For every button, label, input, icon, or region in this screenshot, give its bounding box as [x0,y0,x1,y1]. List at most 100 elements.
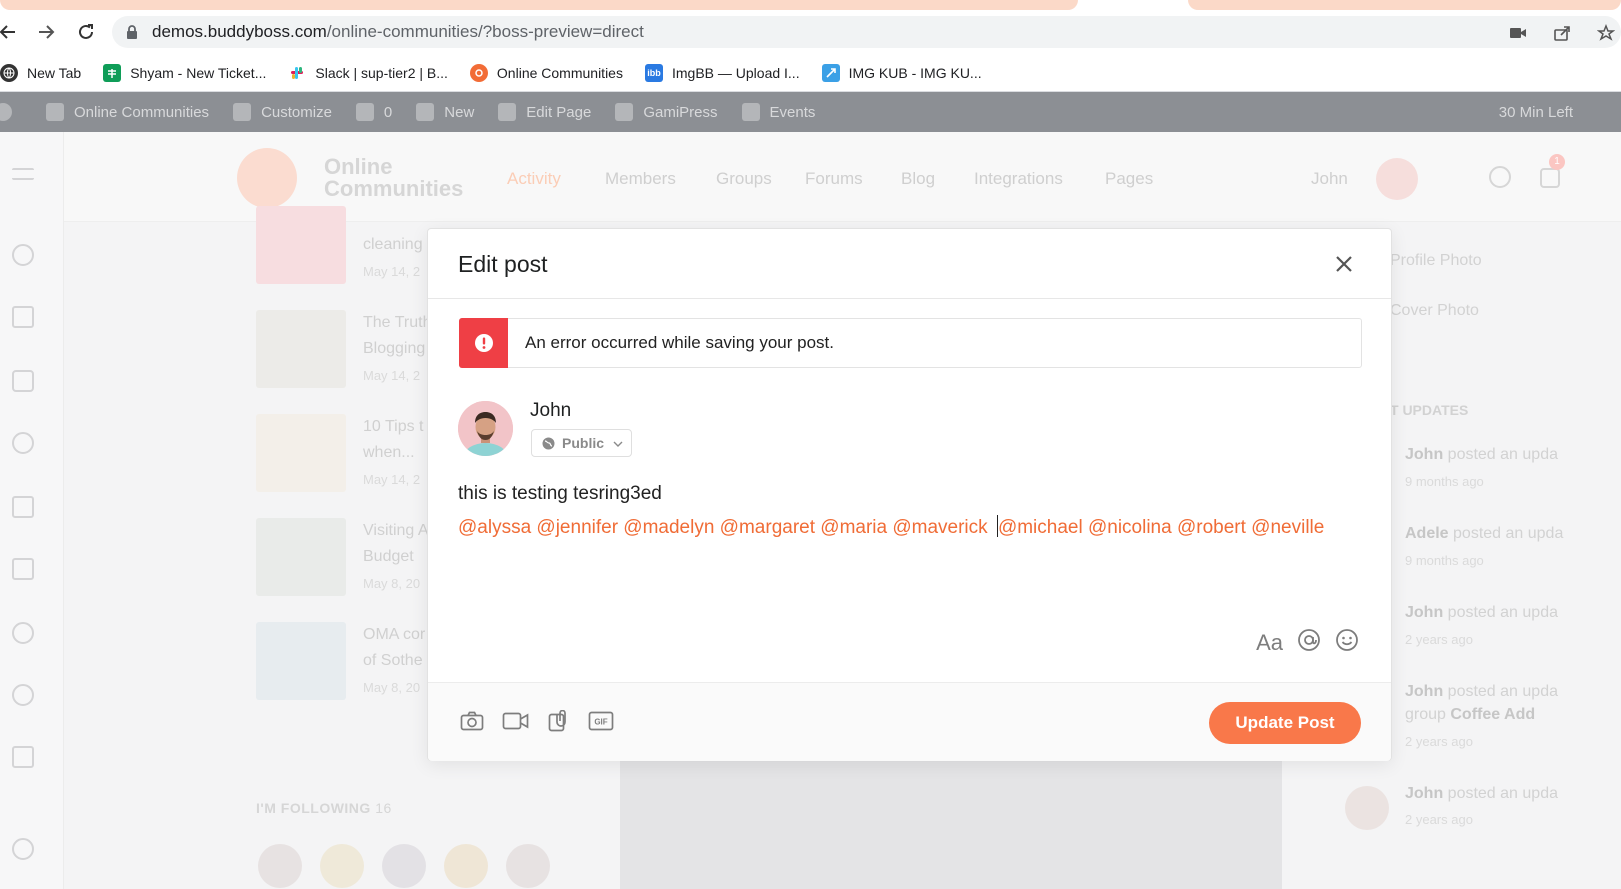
feed-title[interactable]: of Sothe [363,652,423,670]
update-item[interactable]: John posted an upda [1405,604,1558,622]
notification-badge: 1 [1549,154,1565,170]
feed-title[interactable]: Blogging [363,340,425,358]
camera-icon[interactable] [460,711,484,731]
following-avatar[interactable] [320,844,364,888]
header-user-name[interactable]: John [1311,169,1348,189]
courses-icon[interactable] [12,746,34,768]
photos-icon[interactable] [12,496,34,518]
following-heading: I'M FOLLOWING 16 [256,800,392,816]
bookmark-item[interactable]: Online Communities [469,63,623,82]
media-toolbar: GIF [460,710,614,732]
share-icon[interactable] [1551,22,1573,44]
back-icon[interactable] [0,18,22,46]
bookmark-item[interactable]: ibb ImgBB — Upload I... [644,63,800,82]
forums-icon[interactable] [12,684,34,706]
browser-tab[interactable] [1188,0,1621,10]
nav-activity[interactable]: Activity [507,169,561,189]
folder-icon[interactable] [12,558,34,580]
wordpress-icon[interactable] [0,103,22,121]
video-icon[interactable] [502,711,530,731]
feed-title[interactable]: when... [363,444,415,462]
members-icon[interactable] [12,622,34,644]
emoji-icon[interactable] [1335,628,1359,657]
browser-toolbar: demos.buddyboss.com/online-communities/?… [0,10,1621,54]
profile-photo-link[interactable]: Profile Photo [1390,252,1482,270]
update-group-line[interactable]: group Coffee Add [1405,706,1535,724]
nav-forums[interactable]: Forums [805,169,863,189]
activity-icon[interactable] [12,306,34,328]
nav-integrations[interactable]: Integrations [974,169,1063,189]
camera-permission-icon[interactable] [1507,22,1529,44]
admin-new-link[interactable]: New [416,103,474,121]
site-logo-text[interactable]: Online Communities [324,156,463,200]
following-avatar[interactable] [382,844,426,888]
feed-date: May 14, 2 [363,264,421,279]
profile-icon[interactable] [12,244,34,266]
gif-icon[interactable]: GIF [588,711,614,731]
post-mentions[interactable]: @alyssa @jennifer @madelyn @margaret @ma… [458,515,1324,539]
update-time: 2 years ago [1405,734,1473,749]
admin-gamipress-link[interactable]: GamiPress [615,103,718,121]
mention-icon[interactable] [1297,628,1321,657]
feed-thumbnail[interactable] [256,622,346,700]
admin-events-link[interactable]: Events [741,103,815,121]
feed-title[interactable]: Visiting A [363,522,429,540]
site-logo-icon[interactable] [237,148,297,208]
admin-customize-link[interactable]: Customize [233,103,332,121]
feed-thumbnail[interactable] [256,518,346,596]
privacy-select[interactable]: Public [531,429,632,457]
update-item[interactable]: John posted an upda [1405,785,1558,803]
cover-photo-link[interactable]: Cover Photo [1390,302,1479,320]
menu-icon[interactable] [12,168,34,180]
feed-thumbnail[interactable] [256,310,346,388]
search-icon[interactable] [1489,166,1511,188]
following-avatar[interactable] [444,844,488,888]
bookmark-item[interactable]: Slack | sup-tier2 | B... [288,64,448,82]
post-text[interactable]: this is testing tesring3ed [458,483,662,505]
update-item[interactable]: John posted an upda [1405,446,1558,464]
settings-icon[interactable] [12,838,34,860]
url-path: /online-communities/?boss-preview=direct [326,22,644,41]
notifications-icon[interactable] [1540,168,1560,188]
comment-icon [355,103,374,121]
feed-title[interactable]: The Truth [363,314,431,332]
nav-blog[interactable]: Blog [901,169,935,189]
groups-icon[interactable] [12,432,34,454]
close-icon[interactable] [1329,249,1359,279]
feed-title[interactable]: 10 Tips t [363,418,423,436]
address-bar[interactable]: demos.buddyboss.com/online-communities/?… [112,16,1621,48]
feed-thumbnail[interactable] [256,414,346,492]
feed-title[interactable]: Budget [363,548,414,566]
update-post-button[interactable]: Update Post [1209,702,1361,744]
nav-members[interactable]: Members [605,169,676,189]
text-format-button[interactable]: Aa [1256,630,1283,656]
following-avatar[interactable] [506,844,550,888]
bookmark-star-icon[interactable] [1595,22,1617,44]
bookmark-item[interactable]: IMG KUB - IMG KU... [821,63,982,82]
bookmark-item[interactable]: Shyam - New Ticket... [103,63,266,82]
nav-groups[interactable]: Groups [716,169,772,189]
attachment-icon[interactable] [548,710,570,732]
admin-comments-link[interactable]: 0 [355,103,392,121]
update-avatar[interactable] [1345,786,1389,830]
nav-pages[interactable]: Pages [1105,169,1153,189]
pencil-icon [498,103,517,121]
forward-icon[interactable] [32,18,60,46]
feed-title[interactable]: OMA cor [363,626,425,644]
bookmark-item[interactable]: New Tab [0,63,81,82]
crown-icon [615,103,634,121]
feed-title[interactable]: cleaning [363,236,423,254]
header-avatar[interactable] [1376,158,1418,200]
update-item[interactable]: Adele posted an upda [1405,525,1563,543]
reload-icon[interactable] [72,18,100,46]
feed-date: May 8, 20 [363,680,421,695]
update-item[interactable]: John posted an upda [1405,683,1558,701]
lock-icon [126,25,140,39]
admin-site-link[interactable]: Online Communities [46,103,209,121]
admin-edit-page-link[interactable]: Edit Page [498,103,591,121]
plus-icon [416,103,435,121]
feed-thumbnail[interactable] [256,206,346,284]
following-avatar[interactable] [258,844,302,888]
inbox-icon[interactable] [12,370,34,392]
browser-tab[interactable] [0,0,1078,10]
